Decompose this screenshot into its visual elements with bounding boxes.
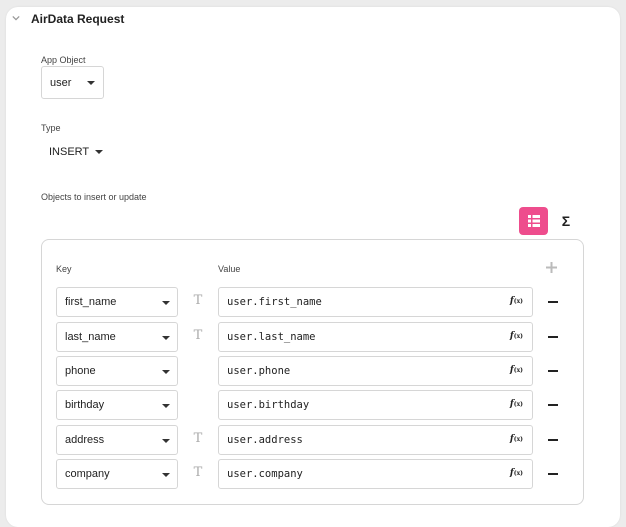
caret-down-icon bbox=[87, 81, 95, 85]
key-column-header: Key bbox=[56, 264, 72, 274]
text-type-icon[interactable]: T bbox=[191, 432, 205, 446]
function-icon[interactable]: f(x) bbox=[510, 399, 523, 409]
text-type-icon[interactable]: T bbox=[191, 466, 205, 480]
table-row: company Tuser.company f(x) bbox=[0, 459, 626, 489]
chevron-down-icon[interactable] bbox=[12, 14, 20, 22]
key-value: company bbox=[65, 468, 110, 480]
caret-down-icon bbox=[162, 404, 170, 408]
key-select[interactable]: last_name bbox=[56, 322, 178, 352]
key-select[interactable]: address bbox=[56, 425, 178, 455]
value-column-header: Value bbox=[218, 264, 241, 274]
caret-down-icon bbox=[162, 336, 170, 340]
caret-down-icon bbox=[95, 150, 104, 154]
key-select[interactable]: phone bbox=[56, 356, 178, 386]
objects-label: Objects to insert or update bbox=[41, 192, 147, 202]
value-input[interactable]: user.company f(x) bbox=[218, 459, 533, 489]
key-select[interactable]: first_name bbox=[56, 287, 178, 317]
caret-down-icon bbox=[162, 473, 170, 477]
table-row: birthday user.birthday f(x) bbox=[0, 390, 626, 420]
value-input[interactable]: user.phone f(x) bbox=[218, 356, 533, 386]
section-header[interactable]: AirData Request bbox=[12, 10, 124, 28]
text-type-icon[interactable]: T bbox=[191, 294, 205, 308]
remove-row-button[interactable] bbox=[548, 370, 558, 372]
caret-down-icon bbox=[162, 301, 170, 305]
grid-list-icon bbox=[527, 215, 540, 227]
remove-row-button[interactable] bbox=[548, 439, 558, 441]
table-row: phone user.phone f(x) bbox=[0, 356, 626, 386]
add-row-button[interactable] bbox=[544, 262, 558, 276]
key-value: last_name bbox=[65, 331, 116, 343]
app-object-select[interactable]: user bbox=[41, 66, 104, 99]
table-row: last_name Tuser.last_name f(x) bbox=[0, 322, 626, 352]
key-value: birthday bbox=[65, 399, 105, 411]
section-title: AirData Request bbox=[31, 12, 125, 26]
value-text: user.birthday bbox=[227, 399, 310, 411]
value-text: user.first_name bbox=[227, 296, 322, 308]
value-input[interactable]: user.address f(x) bbox=[218, 425, 533, 455]
key-value: phone bbox=[65, 365, 96, 377]
remove-row-button[interactable] bbox=[548, 473, 558, 475]
type-select[interactable]: INSERT bbox=[49, 146, 104, 158]
app-object-value: user bbox=[50, 76, 72, 89]
table-row: address Tuser.address f(x) bbox=[0, 425, 626, 455]
key-select[interactable]: company bbox=[56, 459, 178, 489]
value-text: user.address bbox=[227, 434, 303, 446]
remove-row-button[interactable] bbox=[548, 301, 558, 303]
function-icon[interactable]: f(x) bbox=[510, 365, 523, 375]
value-input[interactable]: user.birthday f(x) bbox=[218, 390, 533, 420]
value-text: user.last_name bbox=[227, 331, 316, 343]
caret-down-icon bbox=[162, 439, 170, 443]
plus-icon bbox=[545, 262, 557, 273]
key-value: address bbox=[65, 434, 105, 446]
type-value: INSERT bbox=[49, 146, 90, 158]
key-select[interactable]: birthday bbox=[56, 390, 178, 420]
app-object-label: App Object bbox=[41, 55, 86, 65]
value-input[interactable]: user.last_name f(x) bbox=[218, 322, 533, 352]
function-icon[interactable]: f(x) bbox=[510, 468, 523, 478]
key-value: first_name bbox=[65, 296, 117, 308]
value-input[interactable]: user.first_name f(x) bbox=[218, 287, 533, 317]
text-type-icon[interactable]: T bbox=[191, 329, 205, 343]
sigma-button[interactable]: Σ bbox=[556, 210, 576, 232]
remove-row-button[interactable] bbox=[548, 404, 558, 406]
function-icon[interactable]: f(x) bbox=[510, 434, 523, 444]
caret-down-icon bbox=[162, 370, 170, 374]
function-icon[interactable]: f(x) bbox=[510, 296, 523, 306]
value-text: user.company bbox=[227, 468, 303, 480]
table-row: first_name Tuser.first_name f(x) bbox=[0, 287, 626, 317]
grid-view-button[interactable] bbox=[519, 207, 548, 235]
remove-row-button[interactable] bbox=[548, 336, 558, 338]
value-text: user.phone bbox=[227, 365, 291, 377]
type-label: Type bbox=[41, 123, 61, 133]
function-icon[interactable]: f(x) bbox=[510, 331, 523, 341]
